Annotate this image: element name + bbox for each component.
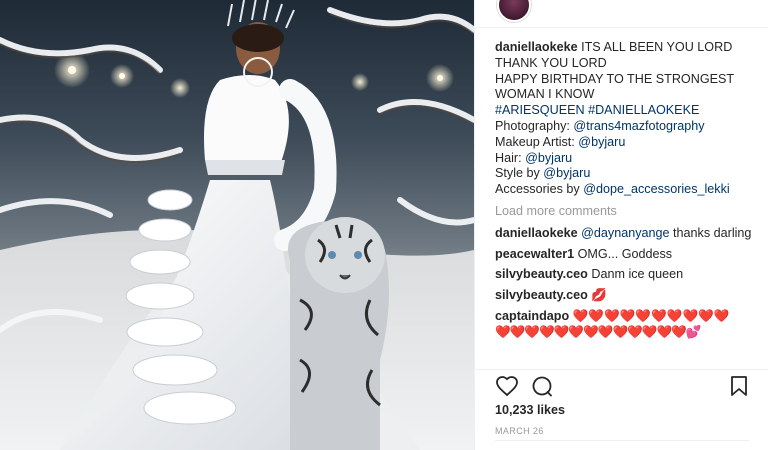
- comment-text: Danm ice queen: [587, 267, 684, 282]
- post-actions: [475, 369, 768, 399]
- caption-username[interactable]: daniellaokeke: [495, 40, 578, 54]
- post-photo[interactable]: [0, 0, 474, 450]
- caption-text: ITS ALL BEEN YOU LORD: [581, 40, 733, 54]
- credit-handle[interactable]: @byjaru: [543, 166, 590, 180]
- comment-username[interactable]: captaindapo: [495, 309, 569, 323]
- list-item: peacewalter1 OMG... Goddess: [495, 247, 757, 263]
- list-item: silvybeauty.ceo 💋: [495, 288, 757, 304]
- comment-mention[interactable]: @daynanyange: [581, 226, 669, 240]
- post-details-panel: daniellaokeke ITS ALL BEEN YOU LORD THAN…: [474, 0, 768, 450]
- caption-hashtags[interactable]: #ARIESQUEEN #DANIELLAOKEKE: [495, 103, 757, 119]
- credit-handle[interactable]: @byjaru: [578, 135, 625, 149]
- credit-label: Hair:: [495, 150, 526, 165]
- comment-text: ❤️❤️❤️❤️❤️❤️❤️❤️❤️❤️: [569, 308, 730, 323]
- caption-text: THANK YOU LORD: [495, 55, 607, 70]
- load-more-comments-button[interactable]: Load more comments: [495, 204, 757, 220]
- comment-text: OMG... Goddess: [574, 246, 673, 261]
- post-header: [475, 0, 768, 28]
- credit-label: Style by: [495, 166, 544, 181]
- comment-username[interactable]: peacewalter1: [495, 247, 574, 261]
- credit-handle[interactable]: @byjaru: [525, 151, 572, 165]
- caption-text: WOMAN I KNOW: [495, 87, 595, 102]
- credit-handle[interactable]: @dope_accessories_lekki: [583, 182, 730, 196]
- likes-count[interactable]: 10,233 likes: [495, 403, 565, 417]
- comment-username[interactable]: daniellaokeke: [495, 226, 578, 240]
- list-item: daniellaokeke @daynanyange thanks darlin…: [495, 226, 757, 242]
- post-date: MARCH 26: [495, 426, 544, 436]
- photo-illustration: [0, 0, 474, 450]
- comment-text: thanks darling: [669, 225, 752, 240]
- comment-text: ❤️❤️❤️❤️❤️❤️❤️❤️❤️❤️❤️❤️❤️💕: [495, 324, 702, 339]
- post-caption: daniellaokeke ITS ALL BEEN YOU LORD THAN…: [495, 40, 757, 198]
- credit-label: Photography:: [495, 118, 574, 133]
- comment-text: 💋: [587, 288, 608, 303]
- comments-list: daniellaokeke ITS ALL BEEN YOU LORD THAN…: [495, 40, 757, 341]
- comment-icon[interactable]: [530, 374, 554, 398]
- heart-icon[interactable]: [495, 374, 519, 398]
- credit-label: Accessories by: [495, 182, 584, 197]
- avatar[interactable]: [497, 0, 531, 22]
- comment-username[interactable]: silvybeauty.ceo: [495, 267, 588, 281]
- list-item: captaindapo ❤️❤️❤️❤️❤️❤️❤️❤️❤️❤️: [495, 309, 757, 325]
- credit-handle[interactable]: @trans4mazfotography: [573, 119, 704, 133]
- divider: [495, 440, 749, 441]
- list-item: silvybeauty.ceo Danm ice queen: [495, 267, 757, 283]
- caption-text: HAPPY BIRTHDAY TO THE STRONGEST: [495, 71, 735, 86]
- credit-label: Makeup Artist:: [495, 134, 579, 149]
- comment-username[interactable]: silvybeauty.ceo: [495, 288, 588, 302]
- bookmark-icon[interactable]: [727, 374, 751, 398]
